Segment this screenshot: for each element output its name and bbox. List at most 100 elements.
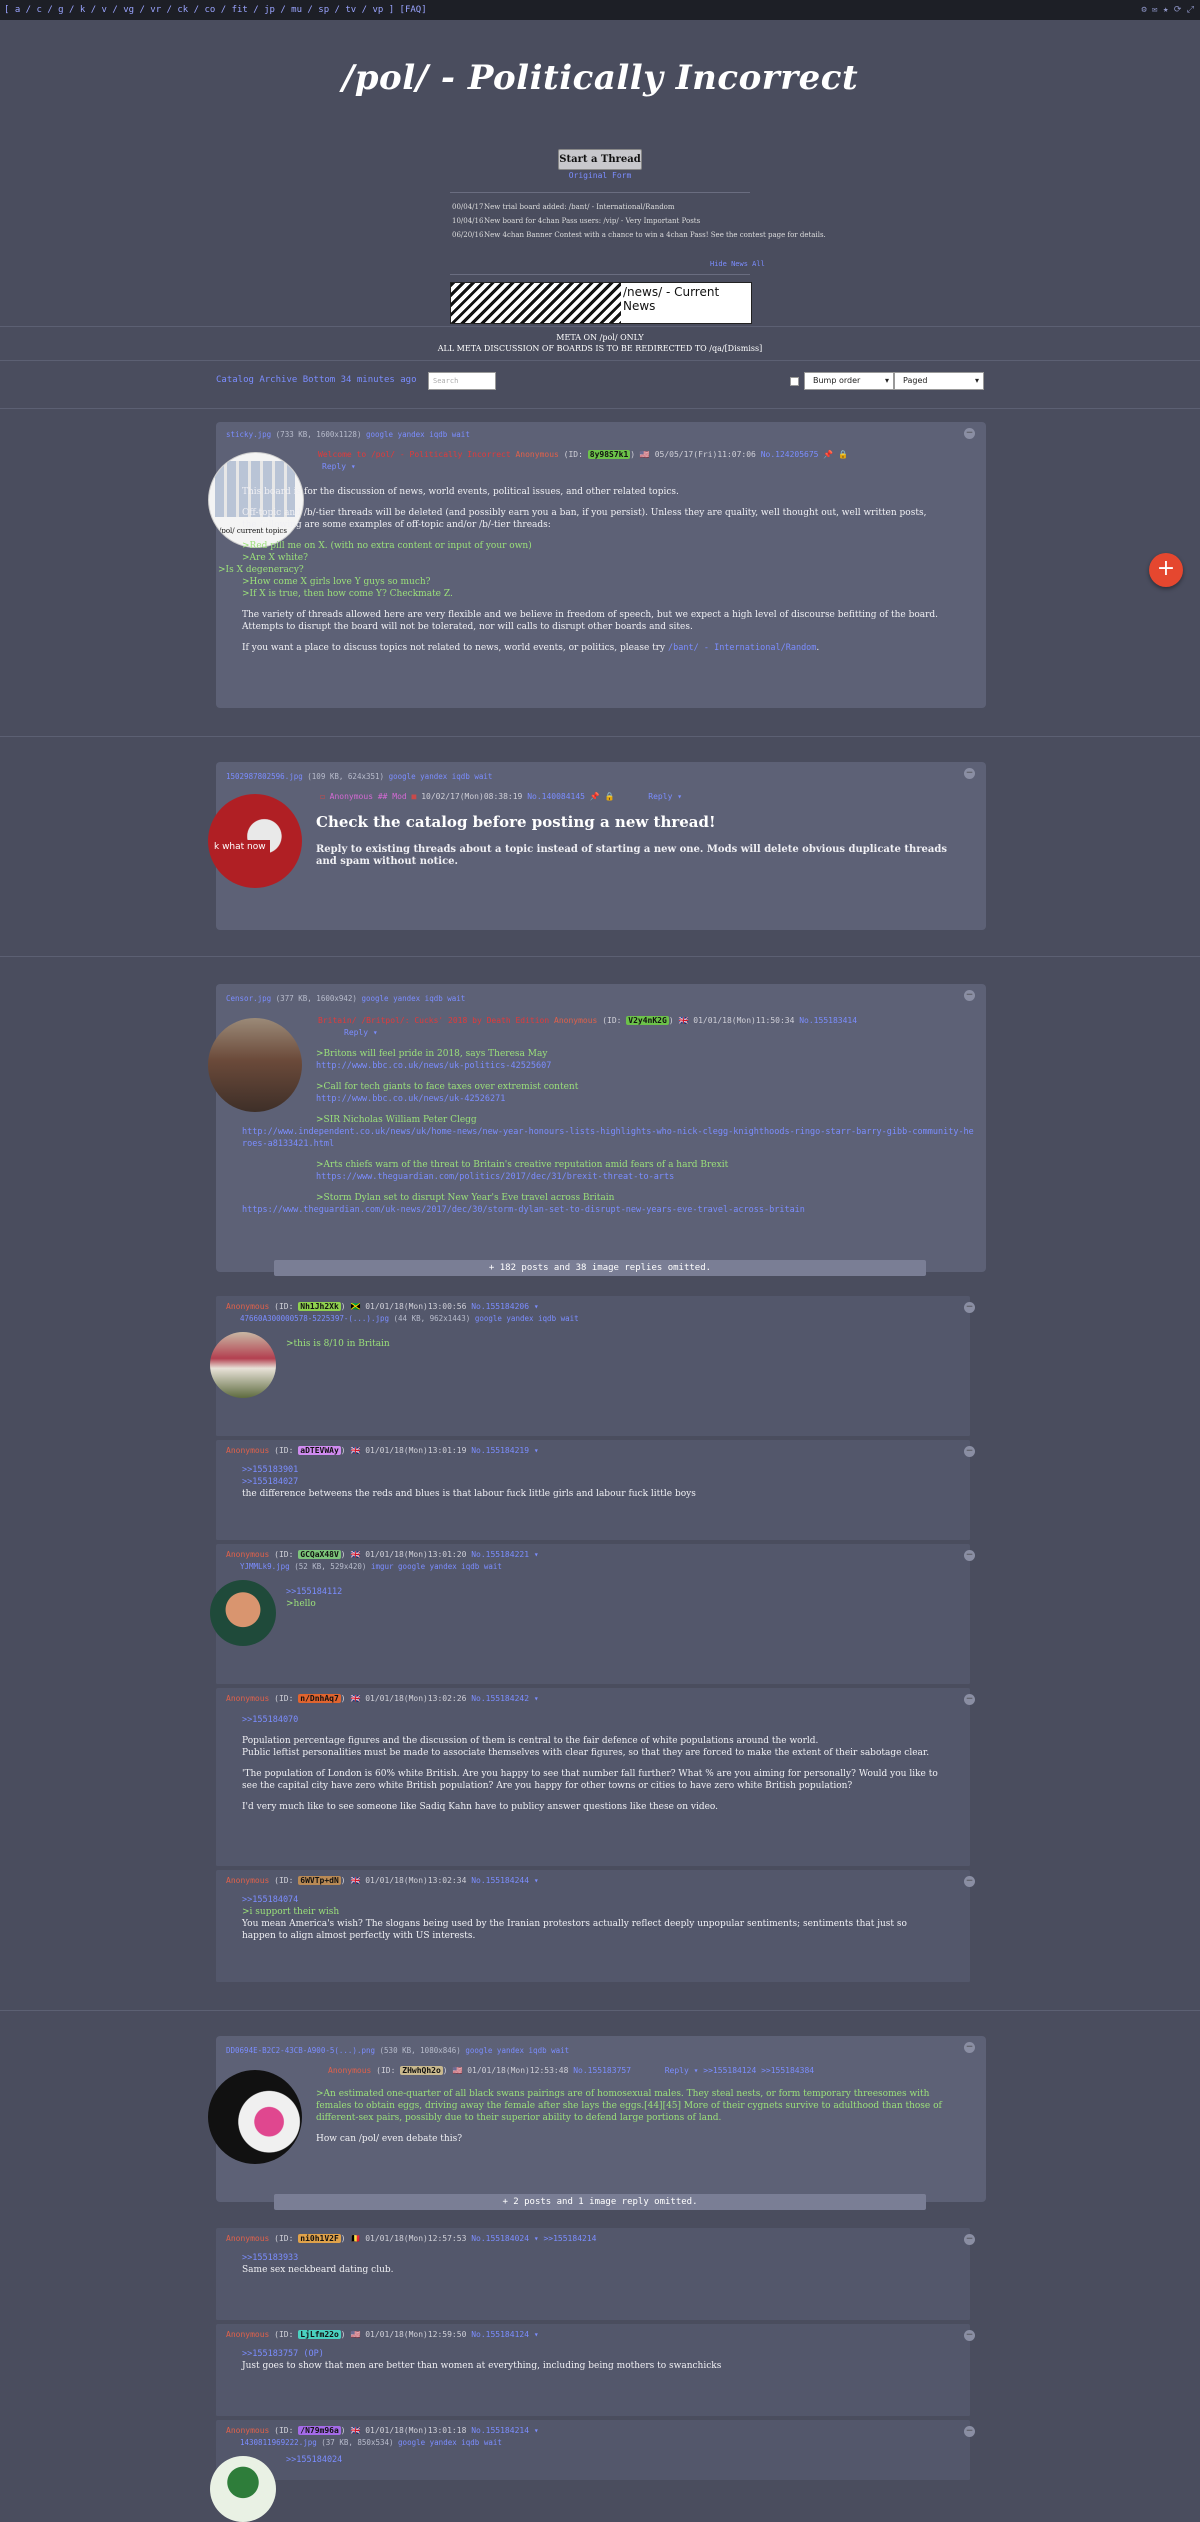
- quote-link[interactable]: >>155183933: [242, 2252, 942, 2264]
- omitted-posts-bar[interactable]: + 182 posts and 38 image replies omitted…: [274, 1260, 926, 1276]
- poster-id[interactable]: n/DnhAq7: [298, 1694, 341, 1703]
- post-text: How can /pol/ even debate this?: [316, 2134, 463, 2144]
- image-search-links[interactable]: google yandex iqdb wait: [465, 2046, 569, 2055]
- post-number[interactable]: No.155184214: [471, 2426, 529, 2435]
- quote-link[interactable]: >>155184074: [242, 1894, 942, 1906]
- catalog-archive-links[interactable]: Catalog Archive Bottom 34 minutes ago: [216, 375, 416, 385]
- quote-link[interactable]: >>155183901: [242, 1464, 942, 1476]
- post-number[interactable]: No.155183757: [573, 2066, 631, 2075]
- add-post-button[interactable]: +: [1149, 553, 1183, 587]
- url-link[interactable]: https://www.theguardian.com/uk-news/2017…: [242, 1204, 976, 1216]
- url-link[interactable]: http://www.bbc.co.uk/news/uk-politics-42…: [316, 1060, 976, 1072]
- meta-notice-line: META ON /pol/ ONLY: [556, 333, 644, 342]
- board-banner[interactable]: /news/ - Current News: [450, 282, 752, 324]
- hide-post-icon[interactable]: −: [964, 1302, 975, 1313]
- reply-link[interactable]: Reply ▾: [344, 1028, 378, 1037]
- thread-thumbnail[interactable]: [208, 2070, 302, 2164]
- post-number[interactable]: No.155184124: [471, 2330, 529, 2339]
- post-number[interactable]: No.155184206: [471, 1302, 529, 1311]
- reply-thumbnail[interactable]: [210, 1332, 276, 1398]
- reply-link[interactable]: Reply ▾: [322, 462, 356, 471]
- divider: [0, 360, 1200, 361]
- post-number[interactable]: No.155184221: [471, 1550, 529, 1559]
- quote-link[interactable]: >>155184112: [286, 1586, 886, 1598]
- file-info: sticky.jpg (733 KB, 1600x1128) google ya…: [226, 430, 470, 439]
- search-input[interactable]: Search: [428, 372, 496, 390]
- image-search-links[interactable]: google yandex iqdb wait: [361, 994, 465, 1003]
- file-link[interactable]: 1430811969222.jpg: [240, 2438, 317, 2447]
- post-number[interactable]: No.124205675: [761, 450, 819, 459]
- post-number[interactable]: No.155184244: [471, 1876, 529, 1885]
- file-link[interactable]: DD0694E-B2C2-43CB-A900-5(...).png: [226, 2046, 375, 2055]
- original-form-link[interactable]: Original Form: [0, 171, 1200, 180]
- start-thread-button[interactable]: Start a Thread: [558, 149, 642, 170]
- hide-thread-icon[interactable]: −: [964, 2042, 975, 2053]
- hide-post-icon[interactable]: −: [964, 1550, 975, 1561]
- hide-post-icon[interactable]: −: [964, 1694, 975, 1705]
- reply-post: − Anonymous (ID: Nh1Jh2Xk) 🇯🇲 01/01/18(M…: [210, 1296, 975, 1437]
- reply-thumbnail[interactable]: [210, 2456, 276, 2522]
- greentext: >Storm Dylan set to disrupt New Year's E…: [316, 1193, 615, 1203]
- image-search-links[interactable]: imgur google yandex iqdb wait: [371, 1562, 502, 1571]
- poster-id[interactable]: /N79m96a: [298, 2426, 341, 2435]
- poster-id[interactable]: LjLfm22o: [298, 2330, 341, 2339]
- poster-id[interactable]: V2y4nK2G: [626, 1016, 669, 1025]
- poster-id[interactable]: ni0h1V2F: [298, 2234, 341, 2243]
- sort-select[interactable]: Bump order: [804, 372, 894, 390]
- view-select[interactable]: Paged: [894, 372, 984, 390]
- file-link[interactable]: sticky.jpg: [226, 430, 271, 439]
- hide-thread-icon[interactable]: −: [964, 428, 975, 439]
- image-search-links[interactable]: google yandex iqdb wait: [475, 1314, 579, 1323]
- poster-id[interactable]: Nh1Jh2Xk: [298, 1302, 341, 1311]
- omitted-posts-bar[interactable]: + 2 posts and 1 image reply omitted.: [274, 2194, 926, 2210]
- hide-post-icon[interactable]: −: [964, 1446, 975, 1457]
- thread-option-checkbox[interactable]: [790, 377, 799, 386]
- hide-post-icon[interactable]: −: [964, 1876, 975, 1887]
- quote-link[interactable]: >>155183757 (OP): [242, 2348, 942, 2360]
- image-search-links[interactable]: google yandex iqdb wait: [389, 772, 493, 781]
- divider: [450, 274, 750, 275]
- thread-thumbnail[interactable]: [208, 1018, 302, 1112]
- thread-thumbnail[interactable]: k what now: [208, 794, 302, 888]
- post-number[interactable]: No.155184242: [471, 1694, 529, 1703]
- hide-post-icon[interactable]: −: [964, 2234, 975, 2245]
- reply-link[interactable]: Reply ▾: [648, 792, 682, 801]
- reply-thumbnail[interactable]: [210, 1580, 276, 1646]
- hide-post-icon[interactable]: −: [964, 2330, 975, 2341]
- url-link[interactable]: http://www.independent.co.uk/news/uk/hom…: [242, 1126, 976, 1150]
- hide-thread-icon[interactable]: −: [964, 768, 975, 779]
- file-link[interactable]: 47660A300000578-5225397-(...).jpg: [240, 1314, 389, 1323]
- post-body: >>155184074 >i support their wish You me…: [242, 1894, 942, 1942]
- poster-name: Anonymous: [554, 1016, 598, 1025]
- post-number[interactable]: No.155183414: [799, 1016, 857, 1025]
- greentext: >Is X degeneracy?: [218, 565, 304, 575]
- post-number[interactable]: No.155184219: [471, 1446, 529, 1455]
- settings-icons[interactable]: ⚙ ✉ ★ ⟳ ⤢: [1141, 0, 1194, 20]
- board-list[interactable]: [ a / c / g / k / v / vg / vr / ck / co …: [4, 0, 427, 20]
- hide-news-link[interactable]: Hide News All: [710, 260, 765, 268]
- backlinks[interactable]: >>155184124 >>155184384: [703, 2066, 814, 2075]
- banner-art: [451, 283, 621, 323]
- url-link[interactable]: https://www.theguardian.com/politics/201…: [316, 1171, 976, 1183]
- image-search-links[interactable]: google yandex iqdb wait: [366, 430, 470, 439]
- poster-id[interactable]: 8y98S7k1: [587, 450, 631, 459]
- quote-link[interactable]: >>155184027: [242, 1476, 942, 1488]
- poster-id[interactable]: ZHwhQh2o: [400, 2066, 443, 2075]
- post-number[interactable]: No.155184024: [471, 2234, 529, 2243]
- poster-id[interactable]: aDTEVWAy: [298, 1446, 341, 1455]
- quote-link[interactable]: >>155184024: [286, 2454, 886, 2466]
- image-search-links[interactable]: google yandex iqdb wait: [398, 2438, 502, 2447]
- board-link[interactable]: /bant/ - International/Random: [668, 643, 816, 653]
- url-link[interactable]: http://www.bbc.co.uk/news/uk-42526271: [316, 1093, 976, 1105]
- reply-link[interactable]: Reply ▾: [665, 2066, 699, 2075]
- file-link[interactable]: YJMMLk9.jpg: [240, 1562, 290, 1571]
- file-link[interactable]: 1502987802596.jpg: [226, 772, 303, 781]
- file-link[interactable]: Censor.jpg: [226, 994, 271, 1003]
- quote-link[interactable]: >>155184070: [242, 1714, 942, 1726]
- post-date: 10/02/17(Mon)08:38:19: [421, 792, 523, 801]
- post-number[interactable]: No.140084145: [527, 792, 585, 801]
- poster-id[interactable]: GCQaX48V: [298, 1550, 341, 1559]
- poster-id[interactable]: 6WVTp+dN: [298, 1876, 341, 1885]
- hide-post-icon[interactable]: −: [964, 2426, 975, 2437]
- hide-thread-icon[interactable]: −: [964, 990, 975, 1001]
